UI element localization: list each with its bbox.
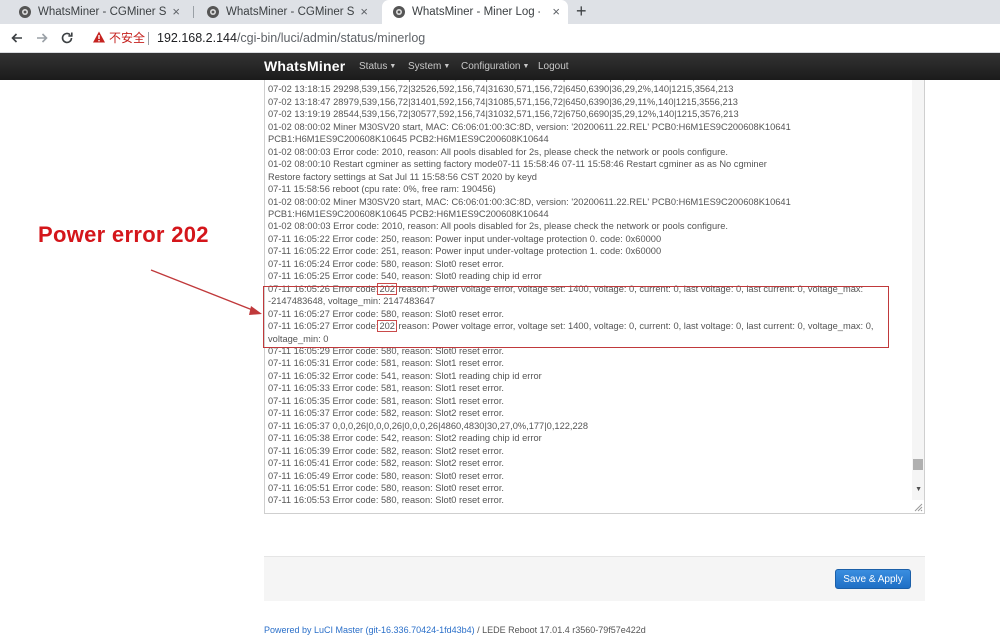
browser-tab-1[interactable]: WhatsMiner - CGMiner Status × bbox=[8, 0, 188, 24]
menu-label: System bbox=[408, 61, 442, 72]
url-divider bbox=[148, 32, 149, 45]
luci-footer-link[interactable]: Powered by LuCI Master (git-16.336.70424… bbox=[264, 625, 475, 635]
log-line: 01-02 08:00:03 Error code: 2010, reason:… bbox=[268, 221, 728, 232]
tab-title: WhatsMiner - CGMiner Status bbox=[226, 6, 354, 18]
save-apply-button[interactable]: Save & Apply bbox=[835, 569, 911, 589]
log-line: 07-02 13:18:15 29298,539,156,72|32526,59… bbox=[268, 84, 734, 95]
log-line: 07-11 15:58:56 reboot (cpu rate: 0%, fre… bbox=[268, 184, 496, 195]
tab-title: WhatsMiner - CGMiner Status bbox=[38, 6, 166, 18]
miner-favicon-icon bbox=[393, 6, 405, 18]
log-line: 07-11 16:05:22 Error code: 251, reason: … bbox=[268, 246, 662, 257]
log-line: 07-11 16:05:53 Error code: 580, reason: … bbox=[268, 495, 505, 506]
warning-icon[interactable] bbox=[92, 30, 106, 44]
browser-tab-3-active[interactable]: WhatsMiner - Miner Log - LuCI × bbox=[382, 0, 568, 24]
close-tab-icon[interactable]: × bbox=[172, 0, 180, 24]
log-line: Restore factory settings at Sat Jul 11 1… bbox=[268, 171, 537, 182]
scroll-down-arrow-icon[interactable]: ▼ bbox=[915, 486, 922, 493]
scrollbar-thumb[interactable] bbox=[913, 459, 923, 470]
log-line: 07-11 16:05:35 Error code: 581, reason: … bbox=[268, 395, 505, 406]
menu-logout[interactable]: Logout bbox=[538, 53, 569, 80]
log-line: 07-11 16:05:37 Error code: 582, reason: … bbox=[268, 408, 505, 419]
log-line: 07-11 16:05:33 Error code: 581, reason: … bbox=[268, 383, 505, 394]
log-line: 07-11 16:05:24 Error code: 580, reason: … bbox=[268, 258, 505, 269]
address-bar: 不安全 192.168.2.144/cgi-bin/luci/admin/sta… bbox=[0, 24, 1000, 53]
log-line: 07-11 16:05:37 0,0,0,26|0,0,0,26|0,0,0,2… bbox=[268, 420, 589, 431]
menu-status[interactable]: Status ▼ bbox=[359, 53, 396, 80]
log-line: 01-02 08:00:02 Miner M30SV20 start, MAC:… bbox=[268, 196, 791, 207]
url-host: 192.168.2.144 bbox=[157, 31, 237, 45]
new-tab-button[interactable]: + bbox=[576, 0, 587, 22]
log-line: 07-11 16:05:31 Error code: 581, reason: … bbox=[268, 358, 505, 369]
browser-tab-strip: WhatsMiner - CGMiner Status × WhatsMiner… bbox=[0, 0, 1000, 24]
close-tab-icon[interactable]: × bbox=[552, 0, 560, 24]
log-line: 07-11 16:05:41 Error code: 582, reason: … bbox=[268, 458, 505, 469]
log-line: 07-11 16:05:22 Error code: 250, reason: … bbox=[268, 233, 662, 244]
forward-arrow-icon[interactable] bbox=[34, 30, 50, 46]
browser-tab-2[interactable]: WhatsMiner - CGMiner Status × bbox=[196, 0, 376, 24]
log-line: 07-02 13:19:19 28544,539,156,72|30577,59… bbox=[268, 109, 739, 120]
miner-favicon-icon bbox=[19, 6, 31, 18]
log-line: 07-11 16:05:38 Error code: 542, reason: … bbox=[268, 433, 542, 444]
tab-separator bbox=[193, 6, 194, 18]
menu-label: Status bbox=[359, 61, 388, 72]
log-scrollbar[interactable]: ▼ bbox=[912, 80, 924, 500]
log-line: 01-02 08:00:03 Error code: 2010, reason:… bbox=[268, 146, 728, 157]
url-field[interactable]: 192.168.2.144/cgi-bin/luci/admin/status/… bbox=[157, 24, 425, 52]
log-line: 07-02 13:18:47 28979,539,156,72|31401,59… bbox=[268, 96, 738, 107]
log-line: 01-02 08:00:10 Restart cgminer as settin… bbox=[268, 159, 767, 170]
footer-version: / LEDE Reboot 17.01.4 r3560-79f57e422d bbox=[474, 625, 646, 635]
log-line: PCB1:H6M1ES9C200608K10645 PCB2:H6M1ES9C2… bbox=[268, 134, 549, 145]
menu-label: Logout bbox=[538, 61, 569, 72]
not-secure-label[interactable]: 不安全 bbox=[109, 24, 145, 52]
log-line: 07-11 16:05:49 Error code: 580, reason: … bbox=[268, 470, 505, 481]
log-line: 01-02 08:00:02 Miner M30SV20 start, MAC:… bbox=[268, 121, 791, 132]
brand-logo[interactable]: WhatsMiner bbox=[264, 53, 345, 80]
log-line: PCB1:H6M1ES9C200608K10645 PCB2:H6M1ES9C2… bbox=[268, 208, 549, 219]
caret-down-icon: ▼ bbox=[443, 63, 451, 70]
caret-down-icon: ▼ bbox=[522, 63, 530, 70]
back-arrow-icon[interactable] bbox=[9, 30, 25, 46]
log-line: 07-11 16:05:39 Error code: 582, reason: … bbox=[268, 445, 505, 456]
caret-down-icon: ▼ bbox=[389, 63, 397, 70]
footer: Powered by LuCI Master (git-16.336.70424… bbox=[264, 625, 646, 635]
form-actions: Save & Apply bbox=[264, 556, 925, 601]
reload-icon[interactable] bbox=[59, 30, 75, 46]
log-line: 07-11 16:05:51 Error code: 580, reason: … bbox=[268, 482, 505, 493]
miner-favicon-icon bbox=[207, 6, 219, 18]
highlight-box bbox=[263, 286, 889, 348]
tab-title: WhatsMiner - Miner Log - LuCI bbox=[412, 6, 540, 18]
close-tab-icon[interactable]: × bbox=[360, 0, 368, 24]
log-line: 07-11 16:05:25 Error code: 540, reason: … bbox=[268, 271, 542, 282]
log-line: 07-11 16:05:32 Error code: 541, reason: … bbox=[268, 370, 542, 381]
menu-system[interactable]: System ▼ bbox=[408, 53, 450, 80]
luci-navbar: WhatsMiner Status ▼ System ▼ Configuration… bbox=[0, 53, 1000, 80]
menu-configuration[interactable]: Configuration ▼ bbox=[461, 53, 529, 80]
resize-grip-icon[interactable] bbox=[913, 502, 923, 512]
menu-label: Configuration bbox=[461, 61, 521, 72]
url-path: /cgi-bin/luci/admin/status/minerlog bbox=[236, 31, 426, 45]
annotation-label: Power error 202 bbox=[38, 222, 209, 247]
